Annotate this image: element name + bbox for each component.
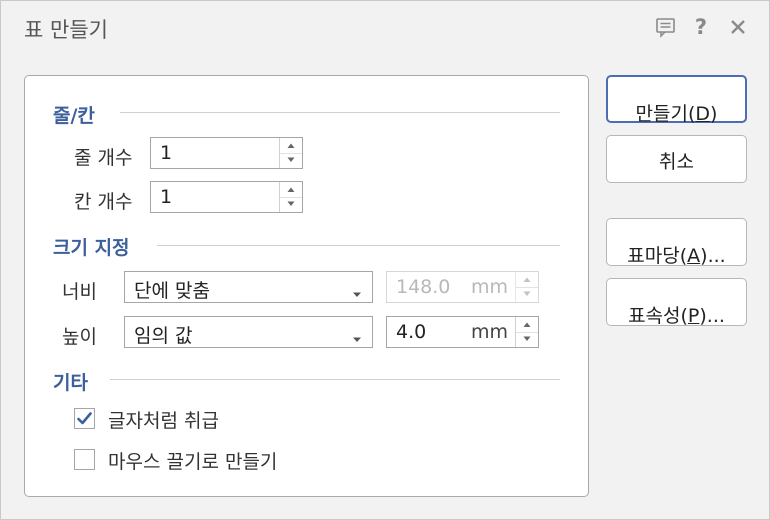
rows-spinner[interactable]: 1 <box>150 137 303 169</box>
height-down-arrow-icon[interactable] <box>516 332 538 347</box>
mouse-drag-label[interactable]: 마우스 끌기로 만들기 <box>108 447 277 474</box>
close-icon[interactable] <box>727 16 749 38</box>
height-spinner[interactable]: 4.0 mm <box>386 316 539 348</box>
title-bar: 표 만들기 ? <box>1 1 769 54</box>
cols-up-arrow-icon[interactable] <box>280 182 302 198</box>
section-divider <box>110 379 560 380</box>
height-unit: mm <box>470 321 508 343</box>
width-up-arrow-icon[interactable] <box>516 272 538 288</box>
chevron-down-icon[interactable] <box>351 329 363 348</box>
rows-value[interactable]: 1 <box>160 142 172 164</box>
section-title-row-col: 줄/칸 <box>53 105 95 127</box>
checkmark-icon <box>77 412 92 425</box>
create-button[interactable]: 만들기(D) <box>606 75 747 125</box>
comment-icon[interactable] <box>655 16 677 38</box>
create-table-dialog: 표 만들기 ? 줄/칸 줄 개수 1 칸 개수 1 크기 지정 너비 단에 맞춤… <box>0 0 770 520</box>
width-down-arrow-icon[interactable] <box>516 287 538 302</box>
section-title-size: 크기 지정 <box>53 237 130 259</box>
height-label: 높이 <box>62 326 97 348</box>
width-label: 너비 <box>62 281 97 303</box>
rows-up-arrow-icon[interactable] <box>280 138 302 154</box>
dialog-title: 표 만들기 <box>24 18 108 42</box>
section-title-other: 기타 <box>53 372 88 394</box>
cancel-button[interactable]: 취소 <box>606 135 747 183</box>
options-panel: 줄/칸 줄 개수 1 칸 개수 1 크기 지정 너비 단에 맞춤 148.0 m… <box>24 75 589 497</box>
treat-as-char-label[interactable]: 글자처럼 취급 <box>108 406 219 433</box>
width-value[interactable]: 148.0 <box>396 276 450 298</box>
chevron-down-icon[interactable] <box>351 284 363 303</box>
height-mode-value: 임의 값 <box>134 325 193 347</box>
help-icon[interactable]: ? <box>690 16 712 38</box>
width-spinner[interactable]: 148.0 mm <box>386 271 539 303</box>
section-divider <box>120 112 560 113</box>
height-value[interactable]: 4.0 <box>396 321 426 343</box>
rows-label: 줄 개수 <box>74 147 133 169</box>
width-unit: mm <box>470 276 508 298</box>
table-properties-button[interactable]: 표속성(P)... <box>606 278 747 327</box>
cols-down-arrow-icon[interactable] <box>280 197 302 212</box>
height-up-arrow-icon[interactable] <box>516 317 538 333</box>
width-mode-select[interactable]: 단에 맞춤 <box>124 271 373 303</box>
height-mode-select[interactable]: 임의 값 <box>124 316 373 348</box>
section-divider <box>157 245 560 246</box>
cols-spinner[interactable]: 1 <box>150 181 303 213</box>
width-mode-value: 단에 맞춤 <box>134 280 210 302</box>
treat-as-char-checkbox[interactable] <box>74 408 95 429</box>
cols-label: 칸 개수 <box>74 191 133 213</box>
cols-value[interactable]: 1 <box>160 186 172 208</box>
mouse-drag-checkbox[interactable] <box>74 449 95 470</box>
rows-down-arrow-icon[interactable] <box>280 153 302 168</box>
table-cell-style-button[interactable]: 표마당(A)... <box>606 218 747 267</box>
